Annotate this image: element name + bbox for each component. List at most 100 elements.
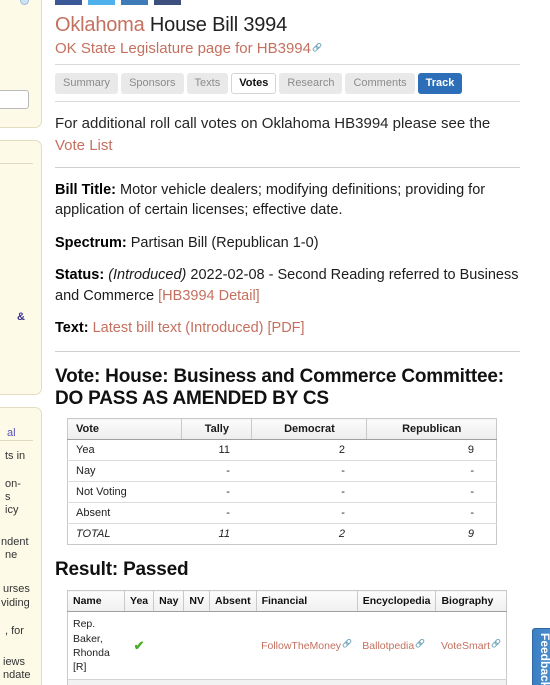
- tally-total-democrat: 2: [338, 528, 345, 541]
- financial-link[interactable]: FollowTheMoney🔗: [256, 679, 358, 685]
- tab-track[interactable]: Track: [417, 73, 463, 94]
- tally-total-label: TOTAL: [76, 528, 111, 541]
- tab-divider: [55, 101, 520, 102]
- sidebar-panel-rule: [0, 163, 33, 164]
- bill-title-value: Motor vehicle dealers; modifying definit…: [55, 181, 486, 219]
- sidebar-fragment-2: on-: [5, 478, 21, 490]
- tally-col-tally: Tally: [181, 418, 253, 441]
- vote-heading: Vote: House: Business and Commerce Commi…: [55, 365, 504, 410]
- vote-absent-cell: [209, 679, 257, 685]
- financial-link-label: FollowTheMoney: [261, 639, 342, 652]
- sidebar-fragment-6: ne: [5, 549, 18, 561]
- tally-col-republican: Republican: [366, 418, 497, 441]
- page-title: Oklahoma House Bill 3994: [55, 0, 520, 37]
- vote-list-link[interactable]: Vote List: [55, 137, 113, 154]
- latest-bill-text-link[interactable]: Latest bill text (Introduced) [PDF]: [93, 320, 305, 336]
- title-divider: [55, 64, 520, 65]
- spectrum-label: Spectrum:: [55, 234, 127, 251]
- sidebar-fragment-10: iews: [3, 656, 26, 668]
- tally-row-tally: -: [181, 460, 252, 483]
- tally-total-republican: 9: [467, 528, 474, 541]
- tally-row-republican: -: [366, 481, 497, 504]
- sidebar-fragment-1: ts in: [5, 450, 26, 462]
- left-sidebar: [help] & al ts in on- s icy ndent ne urs…: [0, 0, 42, 685]
- tally-row-tally: 11: [181, 439, 252, 462]
- tally-header-row: Vote Tally Democrat Republican: [67, 418, 497, 441]
- status-meta: Status: (Introduced) 2022-02-08 - Second…: [55, 265, 520, 306]
- legislator-name: Rep. Bashore, Steve [R]: [67, 679, 125, 685]
- tally-row-republican: 9: [366, 439, 497, 462]
- page-title-state: Oklahoma: [55, 14, 145, 36]
- sidebar-fragment-0[interactable]: al: [7, 427, 16, 439]
- encyclopedia-link[interactable]: Ballotpedia🔗: [357, 679, 436, 685]
- sidebar-fragment-8: viding: [1, 597, 30, 609]
- sidebar-search-input[interactable]: [0, 90, 29, 109]
- tab-comments[interactable]: Comments: [345, 73, 415, 94]
- legislature-page-link[interactable]: OK State Legislature page for HB3994🔗: [55, 40, 520, 57]
- table-row: Rep. Bashore, Steve [R] ✔ FollowTheMoney…: [67, 679, 507, 685]
- tab-research[interactable]: Research: [279, 73, 343, 94]
- sidebar-panel-search: [help]: [0, 0, 42, 128]
- rollcall-col-encyclopedia: Encyclopedia: [357, 590, 437, 613]
- table-row: Not Voting - - -: [67, 481, 497, 504]
- bill-title-meta: Bill Title: Motor vehicle dealers; modif…: [55, 180, 520, 221]
- legislator-name: Rep. Baker, Rhonda [R]: [67, 611, 125, 681]
- page-title-bill: House Bill 3994: [149, 14, 288, 36]
- sidebar-fragment-3: s: [5, 491, 11, 503]
- spectrum-value: Partisan Bill (Republican 1-0): [130, 234, 319, 251]
- main-content: Oklahoma House Bill 3994 OK State Legisl…: [55, 0, 520, 685]
- sidebar-panel-rule-2: [0, 440, 33, 441]
- tally-row-tally: -: [181, 502, 252, 525]
- tab-votes[interactable]: Votes: [231, 73, 277, 94]
- tab-sponsors[interactable]: Sponsors: [121, 73, 184, 94]
- feedback-tab[interactable]: Feedback: [532, 628, 550, 685]
- rollcall-col-absent: Absent: [209, 590, 257, 613]
- rollcall-col-yea: Yea: [124, 590, 155, 613]
- vote-absent-cell: [209, 611, 257, 681]
- rollcall-note: For additional roll call votes on Oklaho…: [55, 113, 520, 157]
- external-link-icon: 🔗: [342, 638, 353, 648]
- tally-row-democrat: 2: [251, 439, 367, 462]
- tally-total-row: TOTAL 11 2 9: [67, 523, 497, 545]
- status-stage: (Introduced): [108, 267, 187, 284]
- note-divider: [55, 166, 520, 168]
- biography-link[interactable]: VoteSmart🔗: [435, 611, 507, 681]
- bill-detail-link[interactable]: [HB3994 Detail]: [158, 288, 260, 304]
- spectrum-meta: Spectrum: Partisan Bill (Republican 1-0): [55, 233, 520, 254]
- rollcall-col-name: Name: [67, 590, 125, 613]
- tally-row-democrat: -: [251, 502, 367, 525]
- bill-tab-bar: Summary Sponsors Texts Votes Research Comment…: [55, 73, 520, 94]
- twitter-share-icon[interactable]: [88, 0, 115, 5]
- linkedin-share-icon[interactable]: [121, 0, 148, 5]
- encyclopedia-link[interactable]: Ballotpedia🔗: [357, 611, 436, 681]
- rollcall-col-nay: Nay: [153, 590, 185, 613]
- rollcall-header-row: Name Yea Nay NV Absent Financial Encyclo…: [67, 590, 507, 613]
- vote-nv-cell: [183, 611, 210, 681]
- tab-texts[interactable]: Texts: [186, 73, 229, 94]
- facebook-share-icon[interactable]: [55, 0, 82, 5]
- rollcall-col-nv: NV: [183, 590, 210, 613]
- tally-row-label: Absent: [67, 502, 182, 525]
- biography-link[interactable]: VoteSmart🔗: [435, 679, 507, 685]
- status-label: Status:: [55, 267, 105, 284]
- table-row: Nay - - -: [67, 460, 497, 483]
- table-row: Absent - - -: [67, 502, 497, 525]
- tally-total-tally: 11: [218, 528, 230, 541]
- legislature-page-link-label: OK State Legislature page for HB3994: [55, 40, 311, 57]
- vote-yea-check: ✔: [124, 611, 154, 681]
- result-heading: Result: Passed: [55, 559, 189, 581]
- sidebar-fragment-5: ndent: [1, 536, 29, 548]
- sidebar-fragment-4: icy: [5, 504, 19, 516]
- financial-link[interactable]: FollowTheMoney🔗: [256, 611, 358, 681]
- tally-col-vote: Vote: [67, 418, 183, 441]
- tab-summary[interactable]: Summary: [55, 73, 119, 94]
- rollcall-col-biography: Biography: [435, 590, 507, 613]
- bill-title-label: Bill Title:: [55, 181, 116, 198]
- tally-row-tally: -: [181, 481, 252, 504]
- tally-col-democrat: Democrat: [251, 418, 368, 441]
- biography-link-label: VoteSmart: [440, 639, 490, 652]
- rollcall-note-text: For additional roll call votes on Oklaho…: [55, 115, 491, 132]
- tally-row-republican: -: [366, 502, 497, 525]
- tally-row-democrat: -: [251, 460, 367, 483]
- email-share-icon[interactable]: [154, 0, 181, 5]
